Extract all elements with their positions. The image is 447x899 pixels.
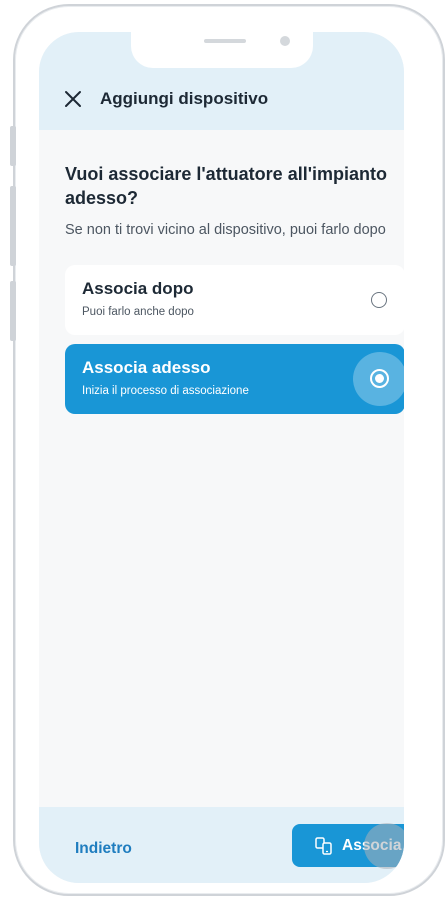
hint-text: Se non ti trovi vicino al dispositivo, p… bbox=[65, 222, 386, 238]
question-heading: Vuoi associare l'attuatore all'impianto … bbox=[65, 164, 387, 208]
option-title: Associa adesso bbox=[82, 358, 211, 377]
app-screen: Aggiungi dispositivo Vuoi associare l'at… bbox=[39, 32, 404, 883]
close-button[interactable] bbox=[60, 86, 86, 112]
back-button[interactable]: Indietro bbox=[75, 840, 132, 858]
radio-unselected[interactable] bbox=[371, 292, 387, 308]
option-subtitle: Inizia il processo di associazione bbox=[82, 385, 249, 397]
radio-dot bbox=[375, 374, 384, 383]
bottom-action-bar: Indietro Associa bbox=[39, 807, 404, 883]
volume-up-button bbox=[10, 186, 16, 266]
front-camera bbox=[280, 36, 290, 46]
phone-notch bbox=[131, 32, 313, 68]
volume-down-button bbox=[10, 281, 16, 341]
option-associa-adesso[interactable]: Associa adesso Inizia il processo di ass… bbox=[65, 344, 404, 414]
page-title: Aggiungi dispositivo bbox=[100, 89, 269, 108]
radio-selected[interactable] bbox=[370, 369, 389, 388]
touch-indicator bbox=[364, 823, 404, 869]
option-title: Associa dopo bbox=[82, 279, 194, 298]
close-icon bbox=[65, 91, 81, 107]
app-header: Aggiungi dispositivo bbox=[39, 68, 404, 130]
option-subtitle: Puoi farlo anche dopo bbox=[82, 306, 194, 318]
speaker-grille bbox=[204, 39, 246, 43]
mute-switch bbox=[10, 126, 16, 166]
pair-devices-icon bbox=[315, 836, 332, 855]
option-associa-dopo[interactable]: Associa dopo Puoi farlo anche dopo bbox=[65, 265, 404, 335]
